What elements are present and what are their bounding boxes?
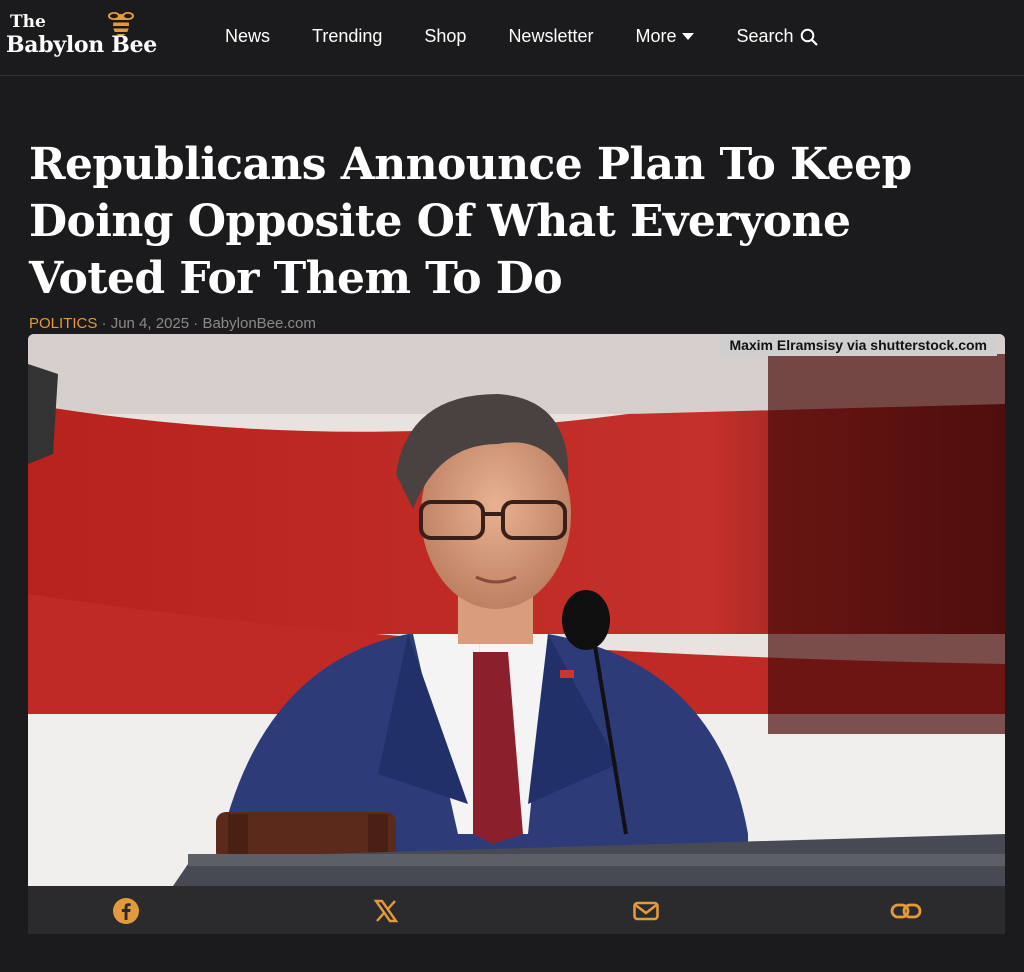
link-icon[interactable] <box>890 897 922 925</box>
nav-label: More <box>635 26 677 46</box>
nav-label: Search <box>736 26 794 46</box>
site-logo[interactable]: The Babylon Bee <box>6 8 182 64</box>
share-bar <box>28 886 1005 934</box>
main-nav: News Trending Shop Newsletter More Searc… <box>225 26 860 47</box>
article-headline: Republicans Announce Plan To Keep Doing … <box>29 139 912 304</box>
nav-item-trending[interactable]: Trending <box>312 26 382 47</box>
x-icon[interactable] <box>372 897 400 925</box>
article-meta: POLITICS · Jun 4, 2025 · BabylonBee.com <box>29 315 316 332</box>
nav-label: Newsletter <box>508 26 594 46</box>
nav-label: News <box>225 26 271 46</box>
photo-illustration <box>28 334 1005 886</box>
meta-separator: · <box>193 315 199 332</box>
nav-label: Shop <box>424 26 467 46</box>
nav-item-shop[interactable]: Shop <box>424 26 466 47</box>
photo-credit: Maxim Elramsisy via shutterstock.com <box>719 334 997 356</box>
meta-separator: · <box>101 315 107 332</box>
facebook-icon[interactable] <box>112 897 140 925</box>
email-icon[interactable] <box>632 897 660 925</box>
search-icon <box>800 28 818 46</box>
nav-item-more[interactable]: More <box>635 26 695 47</box>
article-date: Jun 4, 2025 <box>110 315 190 332</box>
logo-the: The <box>10 12 46 32</box>
nav-item-search[interactable]: Search <box>736 26 818 47</box>
category-link[interactable]: POLITICS <box>29 315 97 332</box>
nav-item-newsletter[interactable]: Newsletter <box>508 26 593 47</box>
article-photo: Maxim Elramsisy via shutterstock.com <box>28 334 1005 886</box>
flag-pin <box>560 670 574 678</box>
article-source: BabylonBee.com <box>202 315 316 332</box>
site-header: The Babylon Bee News Trending Shop Newsl… <box>0 0 1024 76</box>
caret-down-icon <box>682 32 695 40</box>
nav-label: Trending <box>312 26 383 46</box>
logo-name: Babylon Bee <box>6 32 157 58</box>
nav-item-news[interactable]: News <box>225 26 270 47</box>
